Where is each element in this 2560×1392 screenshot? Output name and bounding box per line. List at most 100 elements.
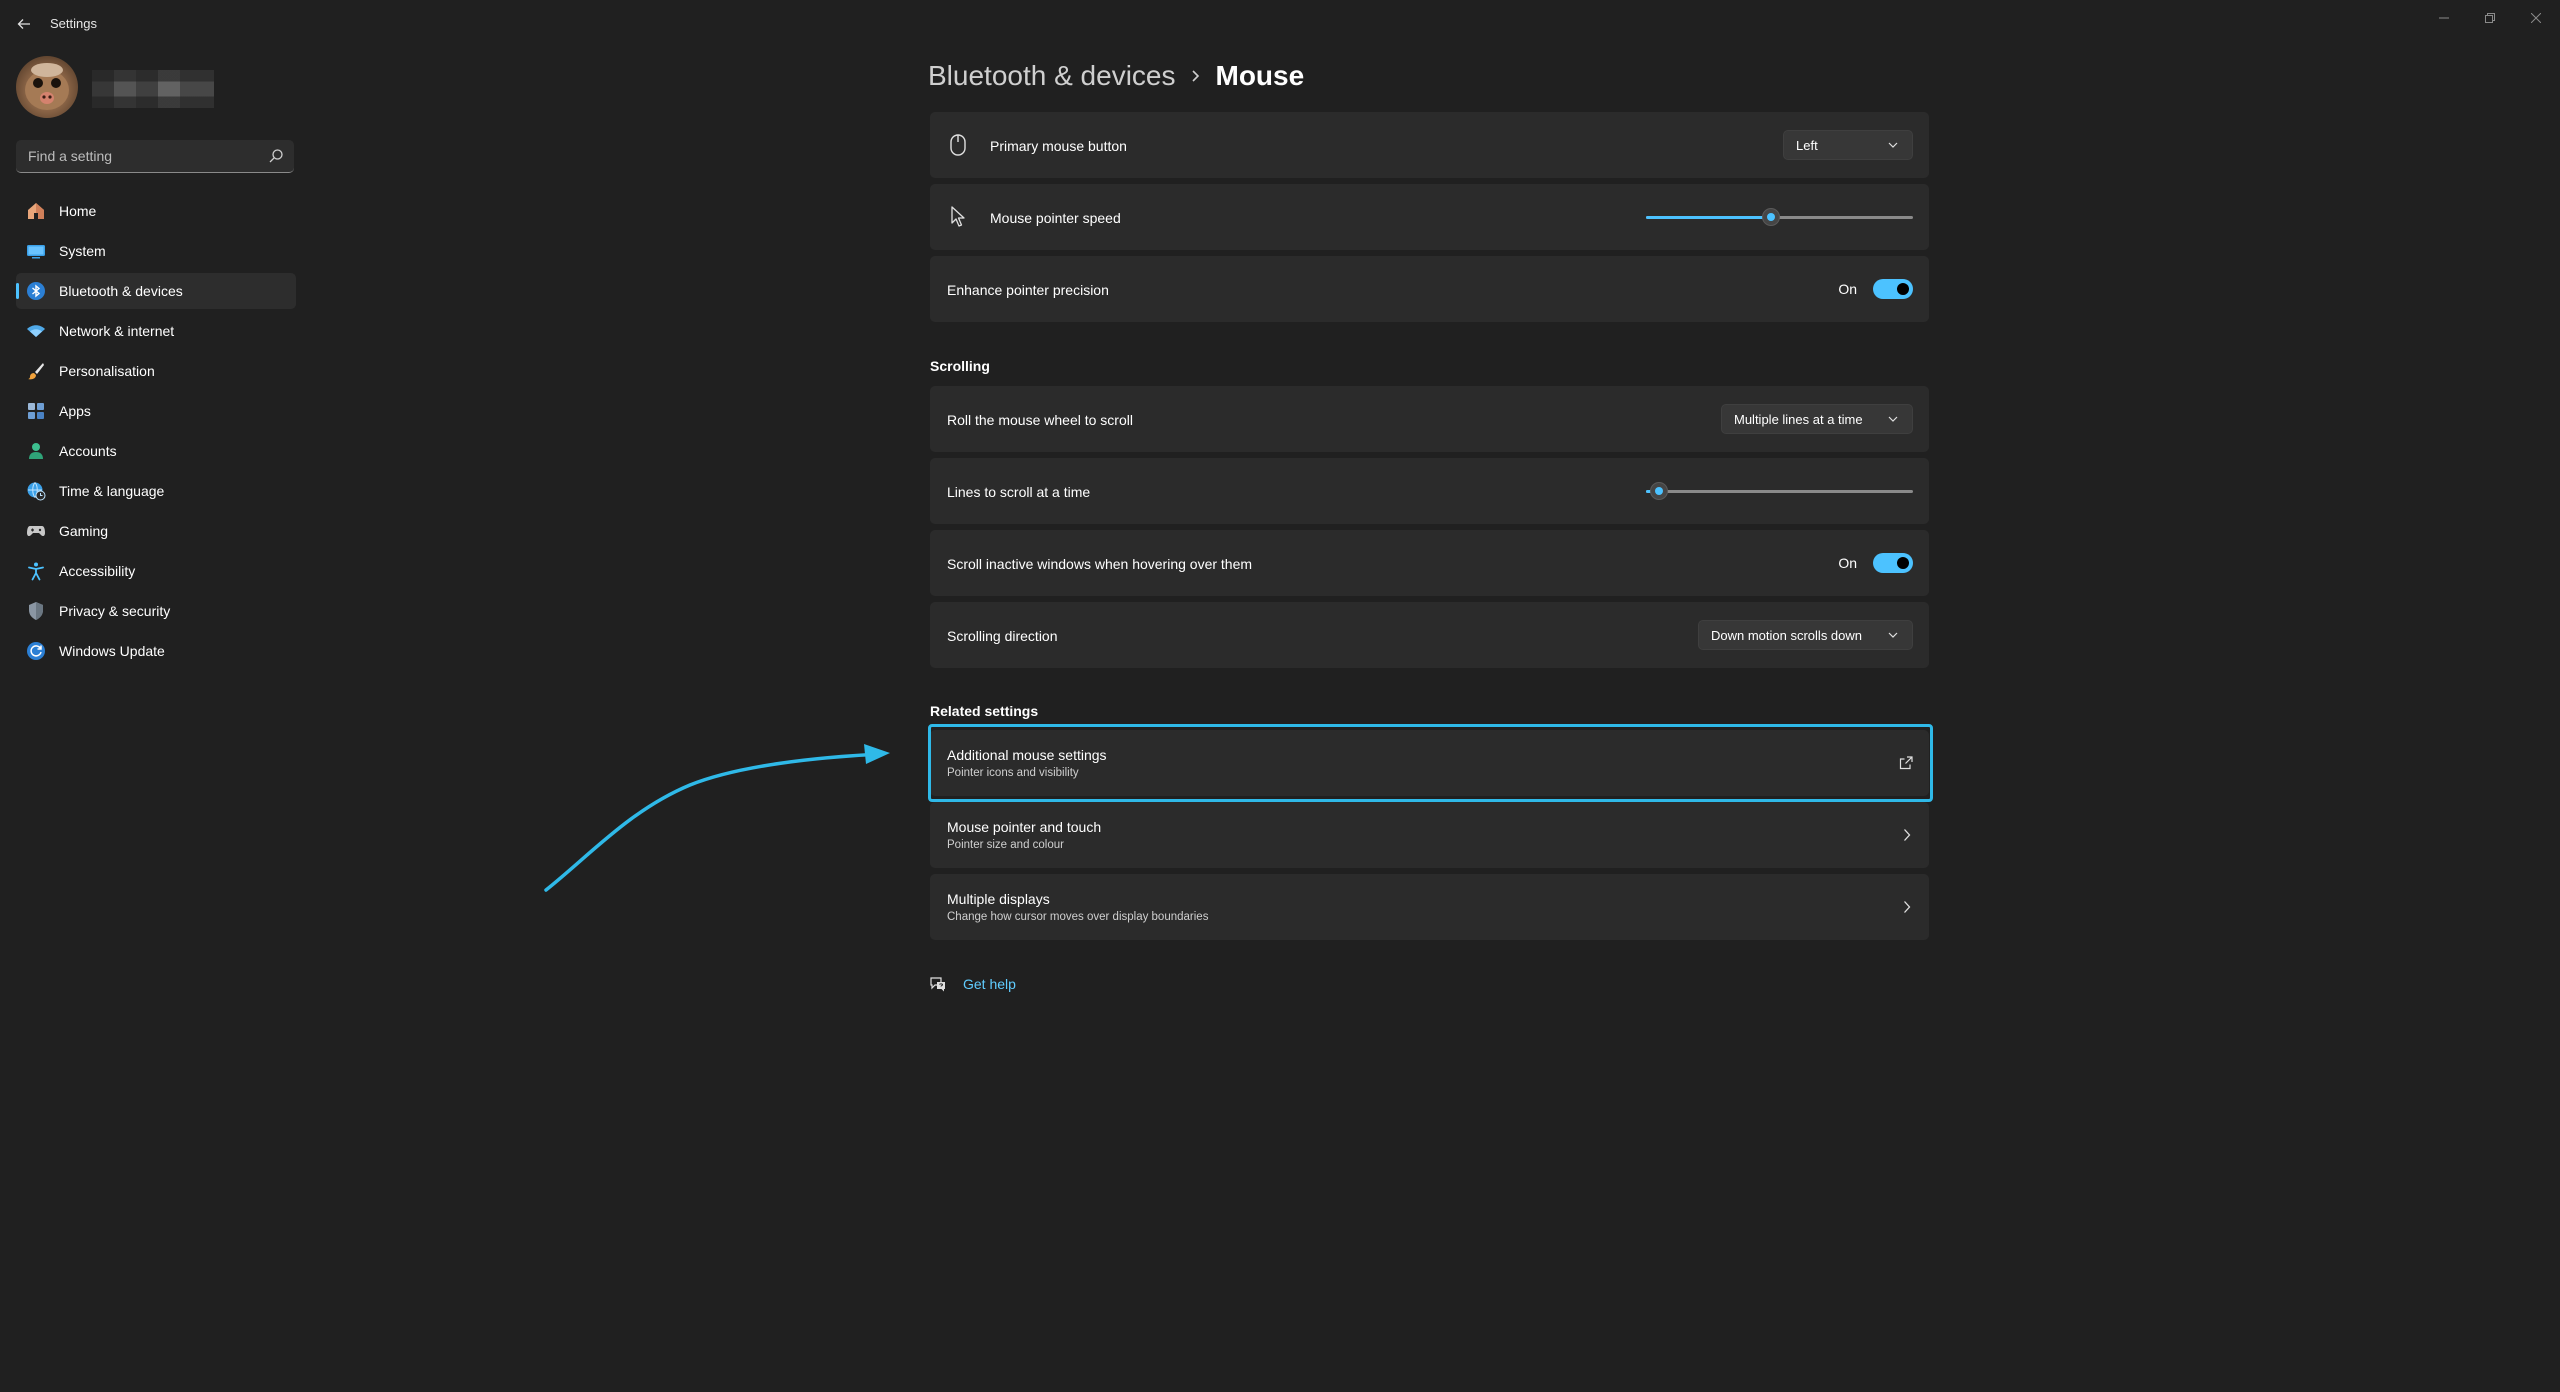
- chevron-down-icon: [1888, 416, 1898, 422]
- primary-mouse-button-dropdown[interactable]: Left: [1783, 130, 1913, 160]
- roll-wheel-label: Roll the mouse wheel to scroll: [947, 412, 1133, 428]
- enhance-precision-toggle[interactable]: [1873, 279, 1913, 299]
- pointer-speed-slider[interactable]: [1646, 207, 1913, 227]
- roll-wheel-row: Roll the mouse wheel to scroll Multiple …: [930, 386, 1929, 452]
- sidebar-item-accounts[interactable]: Accounts: [16, 433, 296, 469]
- section-title-related-settings: Related settings: [930, 703, 1039, 719]
- lines-to-scroll-row: Lines to scroll at a time: [930, 458, 1929, 524]
- related-item-multiple-displays[interactable]: Multiple displays Change how cursor move…: [930, 874, 1929, 940]
- scroll-inactive-toggle-group: On: [1838, 551, 1913, 575]
- toggle-state-text: On: [1838, 281, 1857, 297]
- enhance-pointer-precision-label: Enhance pointer precision: [947, 282, 1109, 298]
- close-button[interactable]: [2518, 4, 2554, 32]
- scroll-inactive-windows-label: Scroll inactive windows when hovering ov…: [947, 556, 1253, 572]
- scrolling-direction-dropdown[interactable]: Down motion scrolls down: [1698, 620, 1913, 650]
- slider-fill: [1646, 216, 1772, 219]
- back-arrow-icon: [17, 19, 30, 29]
- globe-clock-icon: [26, 481, 46, 501]
- search-box[interactable]: [16, 140, 294, 173]
- scrolling-direction-label: Scrolling direction: [947, 628, 1058, 644]
- bluetooth-icon: [26, 281, 46, 301]
- sidebar-item-label: Gaming: [59, 523, 109, 539]
- primary-mouse-button-label: Primary mouse button: [990, 138, 1127, 154]
- wifi-icon: [26, 321, 46, 341]
- sidebar-item-label: Accessibility: [59, 563, 136, 579]
- slider-track: [1646, 490, 1913, 493]
- username-redacted: [92, 70, 214, 108]
- home-icon: [26, 201, 46, 221]
- dropdown-value: Left: [1796, 137, 1818, 153]
- sidebar-item-time-language[interactable]: Time & language: [16, 473, 296, 509]
- scroll-inactive-toggle[interactable]: [1873, 553, 1913, 573]
- close-icon: [2531, 13, 2541, 23]
- avatar[interactable]: [16, 56, 78, 118]
- sidebar-item-home[interactable]: Home: [16, 193, 296, 229]
- get-help-link[interactable]: Get help: [963, 976, 1016, 992]
- shield-icon: [26, 601, 46, 621]
- lines-to-scroll-label: Lines to scroll at a time: [947, 484, 1091, 500]
- page-title: Mouse: [1215, 60, 1305, 91]
- chevron-right-icon: [1904, 901, 1911, 913]
- search-input[interactable]: [26, 140, 256, 172]
- sidebar-item-accessibility[interactable]: Accessibility: [16, 553, 296, 589]
- minimize-icon: [2439, 17, 2449, 19]
- sidebar-item-label: Time & language: [59, 483, 165, 499]
- sidebar-item-label: Windows Update: [59, 643, 165, 659]
- related-item-mouse-pointer-touch[interactable]: Mouse pointer and touch Pointer size and…: [930, 802, 1929, 868]
- sidebar-item-label: Apps: [59, 403, 91, 419]
- slider-thumb[interactable]: [1650, 482, 1669, 500]
- apps-icon: [26, 401, 46, 421]
- lines-to-scroll-slider[interactable]: [1646, 481, 1913, 501]
- section-title-scrolling: Scrolling: [930, 358, 990, 374]
- sidebar-item-label: System: [59, 243, 106, 259]
- sidebar-item-gaming[interactable]: Gaming: [16, 513, 296, 549]
- roll-wheel-dropdown[interactable]: Multiple lines at a time: [1721, 404, 1913, 434]
- annotation-arrow: [544, 744, 890, 892]
- gamepad-icon: [26, 521, 46, 541]
- search-icon[interactable]: [268, 148, 284, 164]
- sidebar-item-bluetooth-devices[interactable]: Bluetooth & devices: [16, 273, 296, 309]
- slider-thumb[interactable]: [1762, 208, 1781, 226]
- sidebar-item-label: Bluetooth & devices: [59, 283, 183, 299]
- mouse-pointer-speed-row: Mouse pointer speed: [930, 184, 1929, 250]
- enhance-pointer-precision-row: Enhance pointer precision On: [930, 256, 1929, 322]
- sidebar-item-label: Personalisation: [59, 363, 155, 379]
- related-item-title: Multiple displays: [947, 891, 1050, 907]
- sidebar-item-apps[interactable]: Apps: [16, 393, 296, 429]
- scroll-inactive-windows-row: Scroll inactive windows when hovering ov…: [930, 530, 1929, 596]
- get-help-icon: [930, 977, 945, 992]
- update-icon: [26, 641, 46, 661]
- chevron-down-icon: [1888, 142, 1898, 148]
- sidebar-item-system[interactable]: System: [16, 233, 296, 269]
- scrolling-direction-row: Scrolling direction Down motion scrolls …: [930, 602, 1929, 668]
- related-item-title: Mouse pointer and touch: [947, 819, 1102, 835]
- minimize-button[interactable]: [2426, 4, 2462, 32]
- accessibility-icon: [26, 561, 46, 581]
- pointer-icon: [951, 206, 965, 227]
- title-bar: Settings: [0, 0, 2560, 48]
- sidebar-nav: Home System Bluetooth & devices Network …: [16, 193, 296, 673]
- sidebar-item-network[interactable]: Network & internet: [16, 313, 296, 349]
- system-icon: [26, 241, 46, 261]
- restore-icon: [2485, 13, 2495, 23]
- avatar-image: [25, 63, 69, 110]
- enhance-precision-toggle-group: On: [1838, 277, 1913, 301]
- back-button[interactable]: [10, 10, 38, 38]
- sidebar-item-label: Network & internet: [59, 323, 175, 339]
- chevron-right-icon: [1190, 69, 1202, 83]
- brush-icon: [26, 361, 46, 381]
- sidebar-item-privacy-security[interactable]: Privacy & security: [16, 593, 296, 629]
- chevron-down-icon: [1888, 632, 1898, 638]
- breadcrumb-parent-link[interactable]: Bluetooth & devices: [928, 60, 1176, 92]
- primary-mouse-button-row: Primary mouse button Left: [930, 112, 1929, 178]
- sidebar-item-windows-update[interactable]: Windows Update: [16, 633, 296, 669]
- dropdown-value: Down motion scrolls down: [1711, 627, 1863, 643]
- breadcrumb: Bluetooth & devices Mouse: [928, 56, 1304, 96]
- related-item-subtitle: Pointer size and colour: [947, 839, 1064, 851]
- sidebar-item-personalisation[interactable]: Personalisation: [16, 353, 296, 389]
- maximize-button[interactable]: [2472, 4, 2508, 32]
- mouse-pointer-speed-label: Mouse pointer speed: [990, 210, 1121, 226]
- sidebar-item-label: Privacy & security: [59, 603, 171, 619]
- mouse-icon: [950, 134, 966, 156]
- account-icon: [26, 441, 46, 461]
